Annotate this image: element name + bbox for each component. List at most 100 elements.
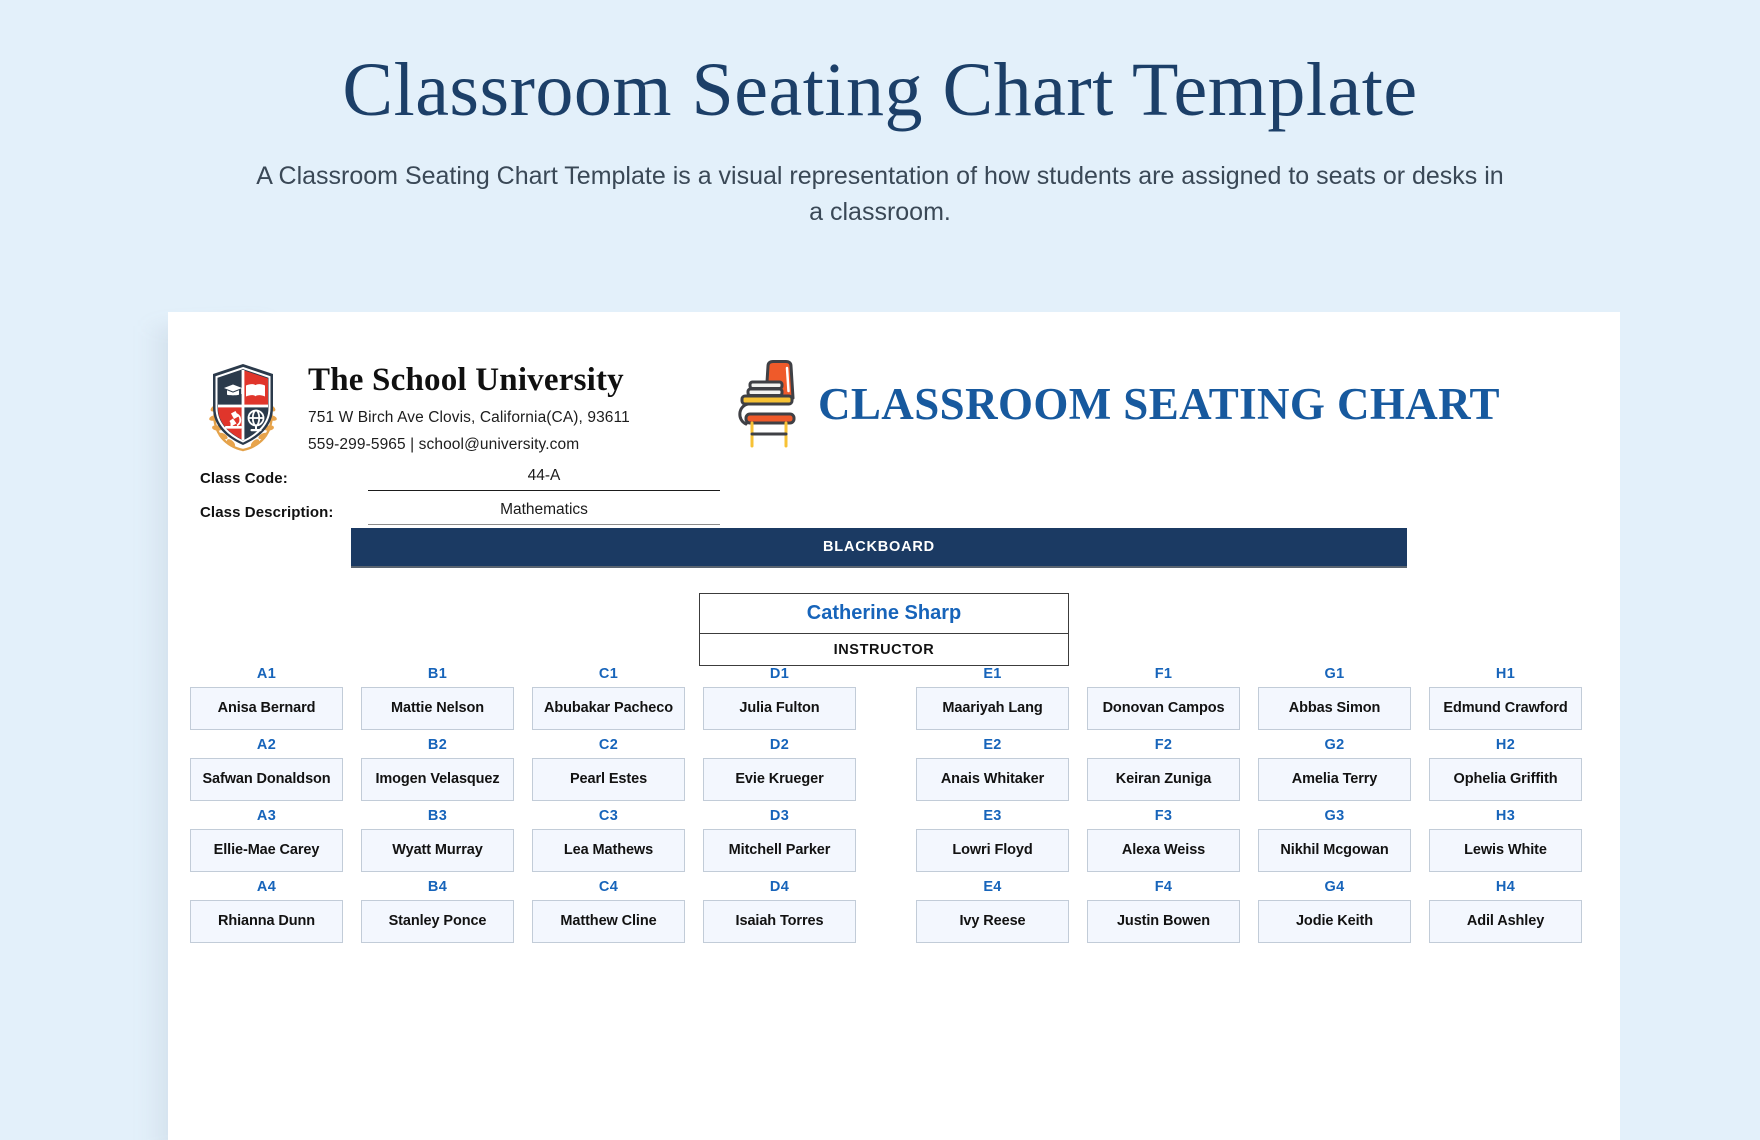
instructor-card[interactable]: Catherine Sharp INSTRUCTOR [699,593,1069,666]
seat-A3[interactable]: A3 Ellie-Mae Carey [190,808,343,872]
seat-H3[interactable]: H3 Lewis White [1429,808,1582,872]
seat-box[interactable]: Donovan Campos [1087,687,1240,730]
seat-F2[interactable]: F2 Keiran Zuniga [1087,737,1240,801]
seat-box[interactable]: Evie Krueger [703,758,856,801]
organization-name: The School University [308,362,624,398]
class-description-label: Class Description: [200,504,334,521]
seat-box[interactable]: Justin Bowen [1087,900,1240,943]
seat-box[interactable]: Rhianna Dunn [190,900,343,943]
seat-D3[interactable]: D3 Mitchell Parker [703,808,856,872]
organization-contact: 559-299-5965 | school@university.com [308,436,580,454]
seat-box[interactable]: Jodie Keith [1258,900,1411,943]
seat-code-label: D1 [769,666,790,682]
seat-C1[interactable]: C1 Abubakar Pacheco [532,666,685,730]
seat-box[interactable]: Matthew Cline [532,900,685,943]
seat-box[interactable]: Isaiah Torres [703,900,856,943]
seat-F4[interactable]: F4 Justin Bowen [1087,879,1240,943]
seat-code-label: H2 [1495,737,1516,753]
student-name: Abubakar Pacheco [544,700,673,717]
seat-code-label: E1 [983,666,1002,682]
seat-code-label: E3 [983,808,1002,824]
seat-A1[interactable]: A1 Anisa Bernard [190,666,343,730]
seat-box[interactable]: Nikhil Mcgowan [1258,829,1411,872]
seat-box[interactable]: Maariyah Lang [916,687,1069,730]
seat-box[interactable]: Julia Fulton [703,687,856,730]
books-on-chair-icon [728,358,802,450]
seat-F3[interactable]: F3 Alexa Weiss [1087,808,1240,872]
seat-box[interactable]: Lea Mathews [532,829,685,872]
seat-H4[interactable]: H4 Adil Ashley [1429,879,1582,943]
seat-C2[interactable]: C2 Pearl Estes [532,737,685,801]
seat-code-label: F3 [1154,808,1173,824]
seat-box[interactable]: Stanley Ponce [361,900,514,943]
seat-C3[interactable]: C3 Lea Mathews [532,808,685,872]
seat-box[interactable]: Mattie Nelson [361,687,514,730]
seat-code-label: C1 [598,666,619,682]
seat-box[interactable]: Amelia Terry [1258,758,1411,801]
class-description-field[interactable]: Mathematics [368,501,720,525]
student-name: Jodie Keith [1295,913,1374,930]
student-name: Mattie Nelson [391,700,484,717]
seat-D4[interactable]: D4 Isaiah Torres [703,879,856,943]
seat-box[interactable]: Abubakar Pacheco [532,687,685,730]
seat-code-label: A3 [256,808,277,824]
seat-H1[interactable]: H1 Edmund Crawford [1429,666,1582,730]
seat-G1[interactable]: G1 Abbas Simon [1258,666,1411,730]
seat-E4[interactable]: E4 Ivy Reese [916,879,1069,943]
student-name: Ivy Reese [959,913,1026,930]
seat-row: A4 Rhianna Dunn B4 Stanley Ponce C4 Matthew C… [190,879,1598,943]
seat-group-right: E3 Lowri Floyd F3 Alexa Weiss G3 Nikhil Mcgow… [916,808,1582,872]
seat-box[interactable]: Adil Ashley [1429,900,1582,943]
class-description-row: Class Description: Mathematics [200,501,720,525]
seat-B2[interactable]: B2 Imogen Velasquez [361,737,514,801]
student-name: Imogen Velasquez [375,771,500,788]
seat-A2[interactable]: A2 Safwan Donaldson [190,737,343,801]
seat-B1[interactable]: B1 Mattie Nelson [361,666,514,730]
student-name: Justin Bowen [1116,913,1211,930]
class-code-field[interactable]: 44-A [368,467,720,491]
seat-box[interactable]: Safwan Donaldson [190,758,343,801]
seat-code-label: G3 [1324,808,1345,824]
seat-C4[interactable]: C4 Matthew Cline [532,879,685,943]
seat-box[interactable]: Imogen Velasquez [361,758,514,801]
seat-group-right: E2 Anais Whitaker F2 Keiran Zuniga G2 Amelia … [916,737,1582,801]
seat-box[interactable]: Edmund Crawford [1429,687,1582,730]
seat-A4[interactable]: A4 Rhianna Dunn [190,879,343,943]
seat-G3[interactable]: G3 Nikhil Mcgowan [1258,808,1411,872]
seat-box[interactable]: Pearl Estes [532,758,685,801]
seat-B3[interactable]: B3 Wyatt Murray [361,808,514,872]
seat-box[interactable]: Alexa Weiss [1087,829,1240,872]
seat-E2[interactable]: E2 Anais Whitaker [916,737,1069,801]
seat-box[interactable]: Keiran Zuniga [1087,758,1240,801]
seat-G2[interactable]: G2 Amelia Terry [1258,737,1411,801]
student-name: Anais Whitaker [940,771,1045,788]
seat-box[interactable]: Anais Whitaker [916,758,1069,801]
seat-box[interactable]: Lowri Floyd [916,829,1069,872]
seat-D1[interactable]: D1 Julia Fulton [703,666,856,730]
seat-group-left: A4 Rhianna Dunn B4 Stanley Ponce C4 Matthew C… [190,879,856,943]
seat-E1[interactable]: E1 Maariyah Lang [916,666,1069,730]
seat-box[interactable]: Ivy Reese [916,900,1069,943]
student-name: Rhianna Dunn [217,913,316,930]
seat-code-label: B4 [427,879,448,895]
seat-code-label: A4 [256,879,277,895]
seat-group-left: A2 Safwan Donaldson B2 Imogen Velasquez C2 Pe… [190,737,856,801]
seat-H2[interactable]: H2 Ophelia Griffith [1429,737,1582,801]
seat-box[interactable]: Ophelia Griffith [1429,758,1582,801]
seat-G4[interactable]: G4 Jodie Keith [1258,879,1411,943]
seat-box[interactable]: Mitchell Parker [703,829,856,872]
student-name: Maariyah Lang [942,700,1043,717]
seat-E3[interactable]: E3 Lowri Floyd [916,808,1069,872]
seat-F1[interactable]: F1 Donovan Campos [1087,666,1240,730]
seat-box[interactable]: Ellie-Mae Carey [190,829,343,872]
student-name: Ellie-Mae Carey [213,842,320,859]
seat-B4[interactable]: B4 Stanley Ponce [361,879,514,943]
seat-box[interactable]: Lewis White [1429,829,1582,872]
seat-box[interactable]: Anisa Bernard [190,687,343,730]
seat-code-label: E2 [983,737,1002,753]
student-name: Pearl Estes [569,771,648,788]
student-name: Mitchell Parker [728,842,831,859]
seat-box[interactable]: Abbas Simon [1258,687,1411,730]
seat-box[interactable]: Wyatt Murray [361,829,514,872]
seat-D2[interactable]: D2 Evie Krueger [703,737,856,801]
